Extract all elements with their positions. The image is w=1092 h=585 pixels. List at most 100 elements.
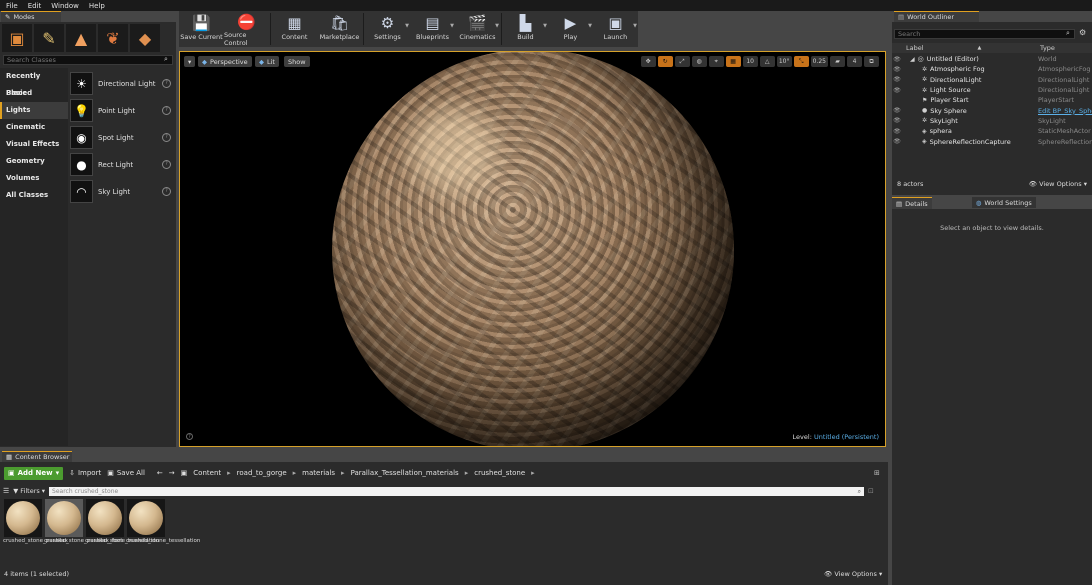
help-icon[interactable]: ? [162,187,171,196]
breadcrumb-road-to-gorge[interactable]: road_to_gorge [237,469,287,477]
breadcrumb-content[interactable]: Content [193,469,221,477]
menu-edit[interactable]: Edit [28,2,42,10]
chevron-right-icon[interactable]: ▸ [227,469,231,477]
help-icon[interactable]: ? [162,133,171,142]
category-recently-placed[interactable]: Recently Placed [0,68,68,97]
outliner-row[interactable]: 👁 ✲ Light Source DirectionalLight [892,85,1092,95]
content-button[interactable]: ▦ Content [272,13,317,47]
category-visual-effects[interactable]: Visual Effects [0,136,68,153]
breadcrumb-materials[interactable]: materials [302,469,335,477]
tab-world-settings[interactable]: ◍ World Settings [971,197,1036,208]
scale-snap-value[interactable]: 0.25 [810,56,828,67]
stone-sphere-mesh[interactable] [332,52,734,446]
outliner-view-options[interactable]: 👁 View Options ▾ [1029,180,1087,188]
eye-icon[interactable]: 👁 [892,76,902,83]
filters-button[interactable]: ▼ Filters ▾ [13,486,45,496]
eye-icon[interactable]: 👁 [892,107,902,114]
breadcrumb-crushed-stone[interactable]: crushed_stone [474,469,525,477]
breadcrumb-parallax[interactable]: Parallax_Tessellation_materials [351,469,459,477]
content-view-options[interactable]: 👁 View Options ▾ [824,570,882,578]
content-browser-tab[interactable]: ▦ Content Browser [2,451,72,462]
show-button[interactable]: Show [284,56,310,67]
outliner-search-input[interactable]: Search [894,29,1075,39]
category-basic[interactable]: Basic [0,85,68,102]
category-volumes[interactable]: Volumes [0,170,68,187]
translate-icon[interactable]: ✥ [640,56,656,67]
rotate-icon[interactable]: ↻ [657,56,673,67]
chevron-right-icon[interactable]: ▸ [341,469,345,477]
settings-button[interactable]: ⚙ Settings ▼ [365,13,410,47]
outliner-row[interactable]: 👁 ✲ DirectionalLight DirectionalLight [892,75,1092,85]
label-column-header[interactable]: Label [906,44,924,52]
scale-snap-icon[interactable]: ⤡ [793,56,809,67]
category-lights[interactable]: Lights [0,102,68,119]
camera-speed-icon[interactable]: ▰ [830,56,845,67]
rotation-snap-value[interactable]: 10° [776,56,792,67]
outliner-settings-icon[interactable]: ⚙ [1079,28,1086,37]
save-current-button[interactable]: 💾 Save Current [179,13,224,47]
outliner-row[interactable]: 👁 ● Sky Sphere Edit BP_Sky_Sphere [892,105,1092,115]
save-search-icon[interactable]: ⊡ [868,487,874,495]
lit-button[interactable]: ◆ Lit [255,56,279,67]
scale-icon[interactable]: ⤢ [674,56,690,67]
add-new-button[interactable]: ▣ Add New ▾ [4,466,64,480]
outliner-row[interactable]: ⚑ Player Start PlayerStart [892,95,1092,105]
world-outliner-tab[interactable]: ▤ World Outliner [894,11,979,22]
help-icon[interactable]: ? [162,79,171,88]
outliner-row[interactable]: 👁 ◈ sphera StaticMeshActor [892,126,1092,136]
perspective-button[interactable]: ◆ Perspective [198,56,252,67]
viewport-help-icon[interactable]: ? [186,433,193,440]
source-control-button[interactable]: ⛔ Source Control [224,13,269,47]
outliner-row[interactable]: 👁 ✲ Atmospheric Fog AtmosphericFog [892,64,1092,74]
category-geometry[interactable]: Geometry [0,153,68,170]
outliner-row[interactable]: 👁 ◈ SphereReflectionCapture SphereReflec… [892,136,1092,146]
camera-speed-value[interactable]: 4 [847,56,862,67]
light-item-directional[interactable]: ☀ Directional Light ? [70,70,174,97]
menu-file[interactable]: File [6,2,18,10]
light-item-rect[interactable]: ● Rect Light ? [70,151,174,178]
chevron-right-icon[interactable]: ▸ [293,469,297,477]
light-item-point[interactable]: 💡 Point Light ? [70,97,174,124]
grid-snap-icon[interactable]: ▦ [725,56,741,67]
world-local-icon[interactable]: ◍ [691,56,707,67]
grid-snap-value[interactable]: 10 [742,56,758,67]
cinematics-button[interactable]: 🎬 Cinematics ▼ [455,13,500,47]
help-icon[interactable]: ? [162,106,171,115]
back-arrow-icon[interactable]: ← [157,469,163,477]
tab-details[interactable]: ▤ Details [892,197,932,209]
paint-mode-icon[interactable]: ✎ [34,24,64,52]
light-item-spot[interactable]: ◉ Spot Light ? [70,124,174,151]
viewport-menu-button[interactable]: ▾ [184,56,196,67]
category-all-classes[interactable]: All Classes [0,187,68,204]
foliage-mode-icon[interactable]: ❦ [98,24,128,52]
maximize-icon[interactable]: ⧉ [864,56,879,67]
place-mode-icon[interactable]: ▣ [2,24,32,52]
eye-icon[interactable]: 👁 [892,66,902,73]
lock-icon[interactable]: ⊞ [874,469,880,477]
help-icon[interactable]: ? [162,160,171,169]
asset-search-input[interactable]: Search crushed_stone ⌕ [49,486,865,496]
surface-snap-icon[interactable]: ⌖ [708,56,724,67]
landscape-mode-icon[interactable]: ▲ [66,24,96,52]
level-viewport[interactable]: ▾ ◆ Perspective ◆ Lit Show ✥ ↻ ⤢ ◍ ⌖ ▦ 1… [179,51,886,447]
build-button[interactable]: ▙ Build ▼ [503,13,548,47]
outliner-row[interactable]: 👁 ◢ ◎ Untitled (Editor) World [892,54,1092,64]
edit-blueprint-link[interactable]: Edit BP_Sky_Sphere [1038,107,1092,115]
marketplace-button[interactable]: 🛍 Marketplace [317,13,362,47]
launch-button[interactable]: ▣ Launch ▼ [593,13,638,47]
light-item-sky[interactable]: ◠ Sky Light ? [70,178,174,205]
outliner-row[interactable]: 👁 ✲ SkyLight SkyLight [892,116,1092,126]
asset-tile[interactable]: crushed_stone_tessellation [126,499,200,563]
type-column-header[interactable]: Type [1040,44,1055,52]
eye-icon[interactable]: 👁 [892,117,902,124]
eye-icon[interactable]: 👁 [892,56,902,63]
eye-icon[interactable]: 👁 [892,87,902,94]
forward-arrow-icon[interactable]: → [169,469,175,477]
search-classes-input[interactable]: Search Classes [3,55,173,65]
category-cinematic[interactable]: Cinematic [0,119,68,136]
asset-tile[interactable]: crushed_stone_parallax [3,499,68,563]
chevron-right-icon[interactable]: ▸ [531,469,535,477]
chevron-right-icon[interactable]: ▸ [465,469,469,477]
expand-arrow-icon[interactable]: ◢ [910,56,915,63]
play-button[interactable]: ▶ Play ▼ [548,13,593,47]
